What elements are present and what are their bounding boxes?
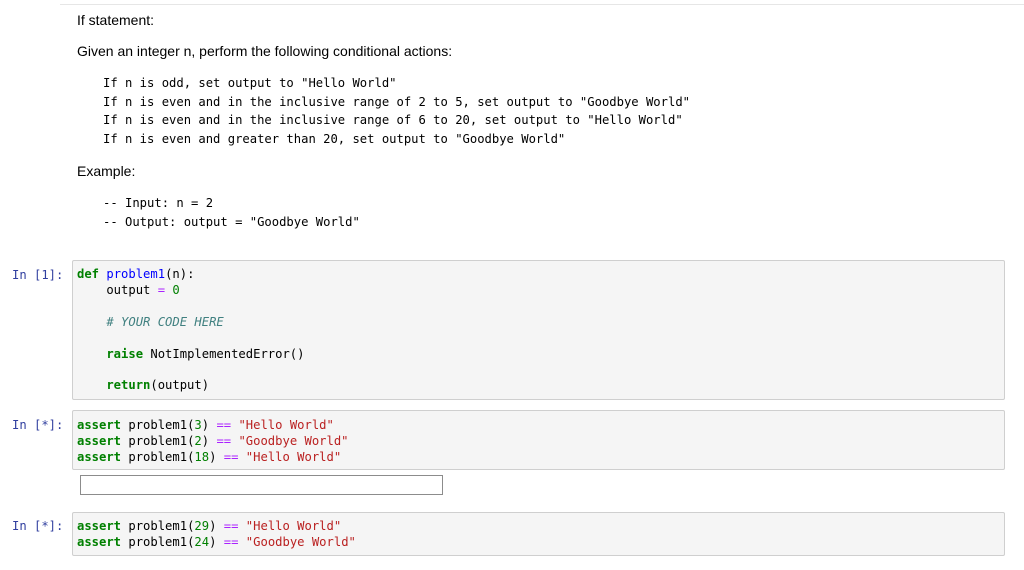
keyword: assert	[77, 450, 122, 464]
code-line[interactable]: output = 0	[77, 283, 180, 297]
markdown-intro: Given an integer n, perform the followin…	[77, 43, 453, 59]
rule-item: If n is even and in the inclusive range …	[103, 94, 690, 109]
code-text: problem1(	[121, 535, 195, 549]
code-line[interactable]: return(output)	[77, 378, 209, 392]
string: "Hello World"	[238, 519, 342, 533]
rule-item: If n is odd, set output to "Hello World"	[103, 76, 397, 90]
code-text: (n):	[165, 267, 195, 281]
assert-line[interactable]: assert problem1(29) == "Hello World"	[77, 519, 341, 533]
assert-line[interactable]: assert problem1(2) == "Goodbye World"	[77, 434, 349, 448]
top-divider	[60, 0, 1024, 5]
number: 0	[172, 283, 180, 297]
number: 24	[194, 535, 210, 549]
code-text: )	[209, 450, 224, 464]
operator: ==	[223, 519, 239, 533]
string: "Goodbye World"	[231, 434, 349, 448]
code-text: NotImplementedError()	[143, 347, 305, 361]
comment: # YOUR CODE HERE	[77, 315, 224, 329]
code-line[interactable]: raise NotImplementedError()	[77, 347, 304, 361]
rules-list: If n is odd, set output to "Hello World"…	[103, 74, 690, 148]
code-text: )	[209, 535, 224, 549]
code-text: (output)	[150, 378, 210, 392]
number: 2	[194, 434, 202, 448]
stdin-input-field[interactable]	[80, 475, 443, 495]
markdown-title: If statement:	[77, 12, 155, 28]
code-text: )	[201, 418, 217, 432]
assert-line[interactable]: assert problem1(24) == "Goodbye World"	[77, 535, 356, 549]
rule-item: If n is even and greater than 20, set ou…	[103, 131, 566, 146]
code-text: )	[201, 434, 217, 448]
example-label: Example:	[77, 163, 136, 179]
assert-line[interactable]: assert problem1(18) == "Hello World"	[77, 450, 341, 464]
rule-item: If n is even and in the inclusive range …	[103, 113, 683, 128]
function-name: problem1	[106, 267, 166, 281]
code-text: problem1(	[121, 450, 195, 464]
keyword: assert	[77, 418, 122, 432]
keyword: raise	[77, 347, 144, 361]
code-comment-line[interactable]: # YOUR CODE HERE	[77, 315, 224, 329]
keyword: return	[77, 378, 151, 392]
example-line: -- Input: n = 2	[103, 196, 214, 210]
assert-line[interactable]: assert problem1(3) == "Hello World"	[77, 418, 334, 432]
code-text: problem1(	[121, 434, 195, 448]
input-prompt: In [*]:	[12, 418, 64, 432]
code-text: output	[77, 283, 158, 297]
example-list: -- Input: n = 2 -- Output: output = "Good…	[103, 194, 360, 231]
keyword: assert	[77, 434, 122, 448]
keyword: def	[77, 267, 100, 281]
code-text: )	[209, 519, 224, 533]
input-prompt: In [1]:	[12, 268, 64, 282]
input-prompt: In [*]:	[12, 519, 64, 533]
operator: ==	[216, 434, 232, 448]
operator: ==	[223, 450, 239, 464]
number: 18	[194, 450, 210, 464]
number: 29	[194, 519, 210, 533]
operator: ==	[216, 418, 232, 432]
code-text: problem1(	[121, 519, 195, 533]
operator: ==	[223, 535, 239, 549]
code-cell-3[interactable]: assert problem1(29) == "Hello World" ass…	[72, 512, 1005, 556]
keyword: assert	[77, 535, 122, 549]
code-cell-1[interactable]: def problem1(n): output = 0 # YOUR CODE …	[72, 260, 1005, 400]
code-cell-2[interactable]: assert problem1(3) == "Hello World" asse…	[72, 410, 1005, 470]
code-line[interactable]: def problem1(n):	[77, 267, 194, 281]
operator: =	[157, 283, 166, 297]
string: "Hello World"	[231, 418, 334, 432]
string: "Hello World"	[238, 450, 342, 464]
number: 3	[194, 418, 202, 432]
string: "Goodbye World"	[238, 535, 356, 549]
keyword: assert	[77, 519, 122, 533]
code-text: problem1(	[121, 418, 195, 432]
example-line: -- Output: output = "Goodbye World"	[103, 214, 360, 229]
